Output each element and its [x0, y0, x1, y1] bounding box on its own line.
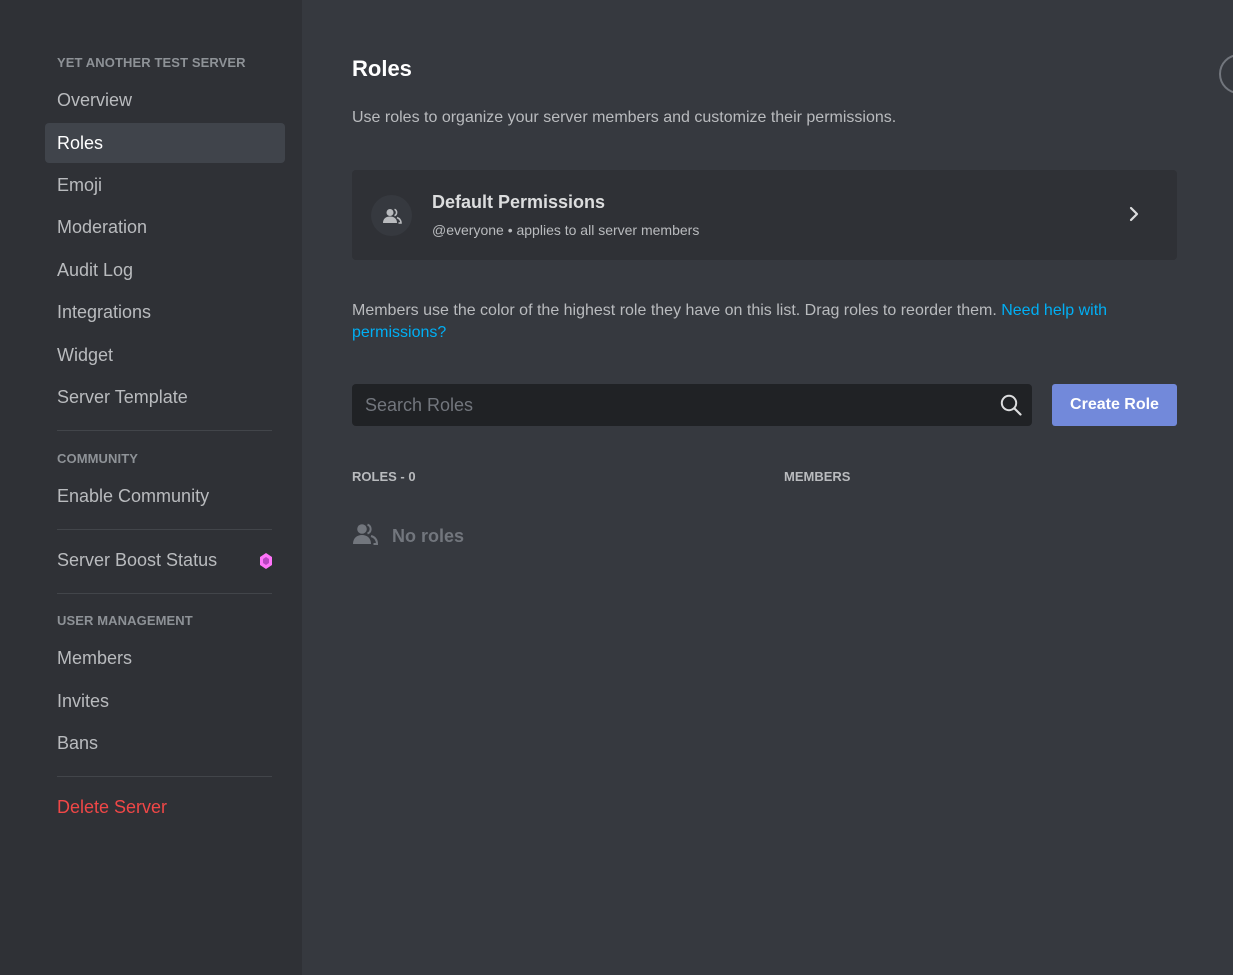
- sidebar-divider: [57, 776, 272, 777]
- page-title: Roles: [352, 56, 412, 81]
- community-header: COMMUNITY: [57, 451, 139, 466]
- sidebar-item-moderation[interactable]: Moderation: [45, 207, 285, 247]
- server-name-header: YET ANOTHER TEST SERVER: [57, 55, 246, 70]
- close-button[interactable]: [1219, 54, 1233, 94]
- sidebar-item-server-boost-status[interactable]: Server Boost Status: [45, 540, 285, 580]
- search-roles-input[interactable]: [352, 384, 1032, 426]
- delete-server-button[interactable]: Delete Server: [45, 787, 285, 827]
- sidebar-item-members[interactable]: Members: [45, 638, 285, 678]
- sidebar-divider: [57, 430, 272, 431]
- create-role-button[interactable]: Create Role: [1052, 384, 1177, 426]
- roles-column-header: ROLES - 0: [352, 469, 416, 484]
- empty-roles-state: No roles: [352, 523, 464, 550]
- sidebar-item-label: Server Boost Status: [57, 549, 218, 570]
- search-icon: [1000, 394, 1022, 421]
- sidebar-item-audit-log[interactable]: Audit Log: [45, 250, 285, 290]
- sidebar-item-emoji[interactable]: Emoji: [45, 165, 285, 205]
- people-icon: [371, 195, 412, 236]
- sidebar-item-widget[interactable]: Widget: [45, 335, 285, 375]
- sidebar-item-server-template[interactable]: Server Template: [45, 377, 285, 417]
- user-management-header: USER MANAGEMENT: [57, 613, 193, 628]
- sidebar-item-overview[interactable]: Overview: [45, 80, 285, 120]
- settings-sidebar: YET ANOTHER TEST SERVER Overview Roles E…: [0, 0, 302, 975]
- default-permissions-title: Default Permissions: [432, 192, 606, 212]
- search-roles-box: [352, 384, 1032, 426]
- members-column-header: MEMBERS: [784, 469, 851, 484]
- sidebar-divider: [57, 529, 272, 530]
- people-icon: [352, 523, 379, 550]
- default-permissions-card[interactable]: Default Permissions @everyone • applies …: [352, 170, 1177, 260]
- sidebar-item-bans[interactable]: Bans: [45, 723, 285, 763]
- sidebar-item-roles[interactable]: Roles: [45, 123, 285, 163]
- chevron-right-icon: [1129, 206, 1139, 227]
- info-text: Members use the color of the highest rol…: [352, 302, 997, 319]
- role-order-info: Members use the color of the highest rol…: [352, 300, 1152, 344]
- sidebar-item-integrations[interactable]: Integrations: [45, 292, 285, 332]
- default-permissions-subtitle: @everyone • applies to all server member…: [432, 222, 700, 238]
- page-description: Use roles to organize your server member…: [352, 109, 897, 126]
- sidebar-item-invites[interactable]: Invites: [45, 681, 285, 721]
- sidebar-divider: [57, 593, 272, 594]
- empty-roles-label: No roles: [392, 526, 465, 546]
- sidebar-item-enable-community[interactable]: Enable Community: [45, 476, 285, 516]
- boost-gem-icon: [259, 552, 273, 575]
